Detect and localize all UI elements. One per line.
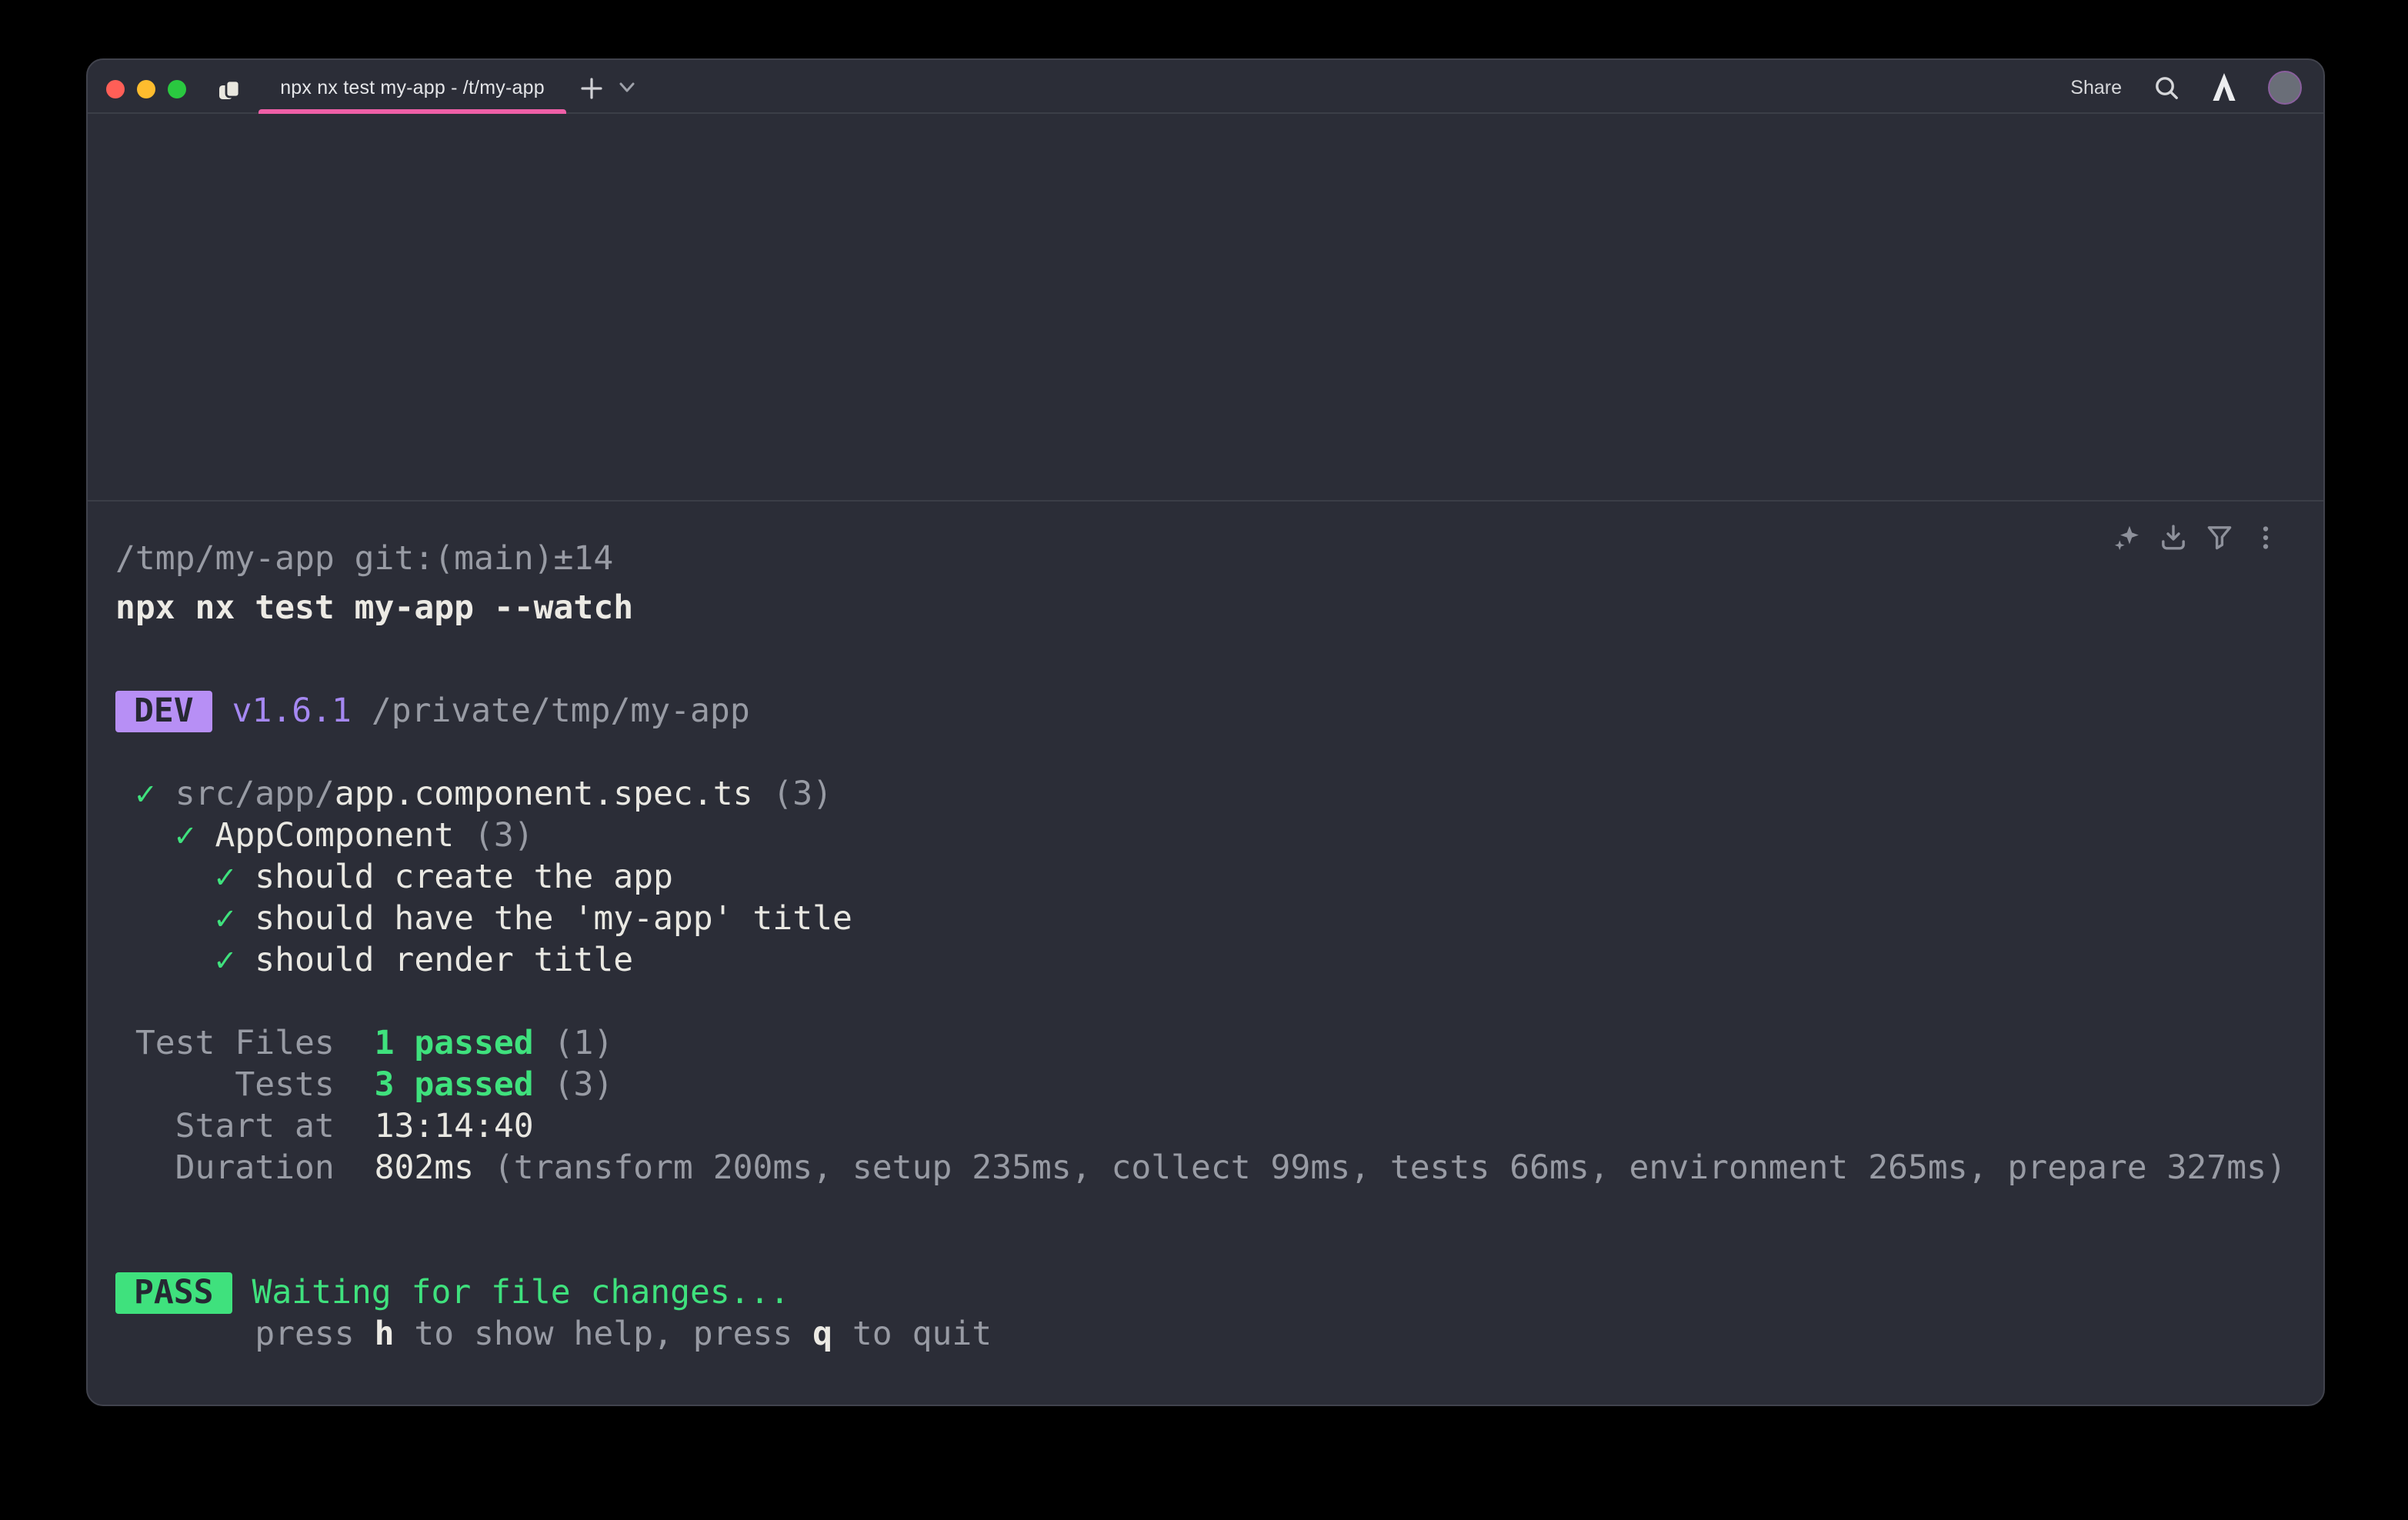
avatar[interactable] [2268, 70, 2302, 104]
title-bar: npx nx test my-app - /t/my-app Share [88, 60, 2323, 114]
terminal-text-segment: 3 passed [375, 1066, 534, 1105]
desktop: npx nx test my-app - /t/my-app Share [0, 0, 2408, 1520]
terminal-text-segment: to show help, press [394, 1315, 812, 1354]
sparkles-icon[interactable] [2113, 523, 2140, 551]
terminal-text-segment [212, 692, 232, 731]
search-icon[interactable] [2153, 73, 2180, 101]
terminal-line: ✓ should render title [115, 940, 2296, 982]
check-icon: ✓ [115, 775, 175, 814]
shell-prompt: /tmp/my-app git:(main)±14 [115, 538, 2296, 580]
terminal-line: Test Files 1 passed (1) [115, 1023, 2296, 1065]
terminal-line: press h to show help, press q to quit [115, 1314, 2296, 1355]
terminal-text-segment: v1.6.1 [232, 692, 352, 731]
terminal-text-segment: Tests [115, 1066, 375, 1105]
close-button[interactable] [106, 80, 125, 98]
terminal-text-segment: press [115, 1315, 375, 1354]
tab-active[interactable]: npx nx test my-app - /t/my-app [258, 60, 566, 114]
chevron-down-icon[interactable] [611, 69, 642, 106]
dev-badge: DEV [115, 691, 212, 732]
tab-title: npx nx test my-app - /t/my-app [280, 76, 545, 98]
terminal-line [115, 1231, 2296, 1272]
terminal-text-segment: 802ms [375, 1149, 474, 1188]
download-icon[interactable] [2159, 523, 2186, 551]
terminal-text-segment: src/app/ [175, 775, 335, 814]
pass-badge: PASS [115, 1272, 232, 1314]
terminal-text-segment: (3) [534, 1066, 614, 1105]
terminal-text-segment [232, 1274, 252, 1312]
kebab-menu-icon[interactable] [2251, 523, 2279, 551]
terminal-text-segment: 1 passed [375, 1025, 534, 1063]
terminal-text-segment: (transform 200ms, setup 235ms, collect 9… [474, 1149, 2286, 1188]
terminal-text-segment: (3) [454, 817, 534, 855]
terminal-text-segment: app.component.spec.ts [335, 775, 753, 814]
command-block: /tmp/my-app git:(main)±14 npx nx test my… [88, 502, 2323, 1355]
terminal-line [115, 1189, 2296, 1231]
check-icon: ✓ [115, 942, 255, 980]
terminal-text-segment: q [812, 1315, 832, 1354]
terminal-line: ✓ should have the 'my-app' title [115, 898, 2296, 940]
share-button[interactable]: Share [2070, 76, 2122, 98]
terminal-text-segment: (1) [534, 1025, 614, 1063]
terminal-line: ✓ should create the app [115, 857, 2296, 898]
tab-active-indicator [258, 109, 566, 114]
terminal-output: DEV v1.6.1 /private/tmp/my-app ✓ src/app… [115, 691, 2296, 1355]
terminal-line: Duration 802ms (transform 200ms, setup 2… [115, 1148, 2296, 1189]
check-icon: ✓ [115, 817, 215, 855]
terminal-text-segment: Test Files [115, 1025, 375, 1063]
minimize-button[interactable] [137, 80, 155, 98]
terminal-text-segment: AppComponent [215, 817, 454, 855]
traffic-lights [106, 80, 186, 98]
terminal-text-segment: should render title [255, 942, 633, 980]
terminal-text-segment: Waiting for file changes... [252, 1274, 789, 1312]
terminal-text-segment: /private/tmp/my-app [352, 692, 750, 731]
command-text[interactable]: npx nx test my-app --watch [115, 588, 2296, 629]
terminal-text-segment: to quit [832, 1315, 992, 1354]
terminal-text-segment: 13:14:40 [375, 1108, 534, 1146]
warp-logo-icon[interactable] [2211, 72, 2237, 102]
terminal-text-segment: Duration [115, 1149, 375, 1188]
terminal-line [115, 982, 2296, 1023]
terminal-line [115, 732, 2296, 774]
terminal-text-segment: (3) [752, 775, 832, 814]
check-icon: ✓ [115, 858, 255, 897]
terminal-text-segment: should have the 'my-app' title [255, 900, 852, 938]
terminal-line: DEV v1.6.1 /private/tmp/my-app [115, 691, 2296, 732]
terminal-text-segment: Start at [115, 1108, 375, 1146]
terminal-text-segment: h [375, 1315, 395, 1354]
terminal-line: ✓ src/app/app.component.spec.ts (3) [115, 774, 2296, 815]
filter-icon[interactable] [2205, 523, 2233, 551]
terminal-line: PASS Waiting for file changes... [115, 1272, 2296, 1314]
tab-switcher-icon[interactable] [218, 80, 240, 100]
scrollback-area [88, 114, 2323, 502]
terminal-line: Start at 13:14:40 [115, 1106, 2296, 1148]
terminal-line: Tests 3 passed (3) [115, 1065, 2296, 1106]
new-tab-button[interactable] [572, 69, 609, 106]
terminal-window: npx nx test my-app - /t/my-app Share [86, 58, 2325, 1406]
block-toolbar [2113, 523, 2279, 551]
titlebar-right-controls: Share [2070, 60, 2302, 114]
terminal-line: ✓ AppComponent (3) [115, 815, 2296, 857]
zoom-button[interactable] [168, 80, 186, 98]
terminal-text-segment: should create the app [255, 858, 673, 897]
check-icon: ✓ [115, 900, 255, 938]
